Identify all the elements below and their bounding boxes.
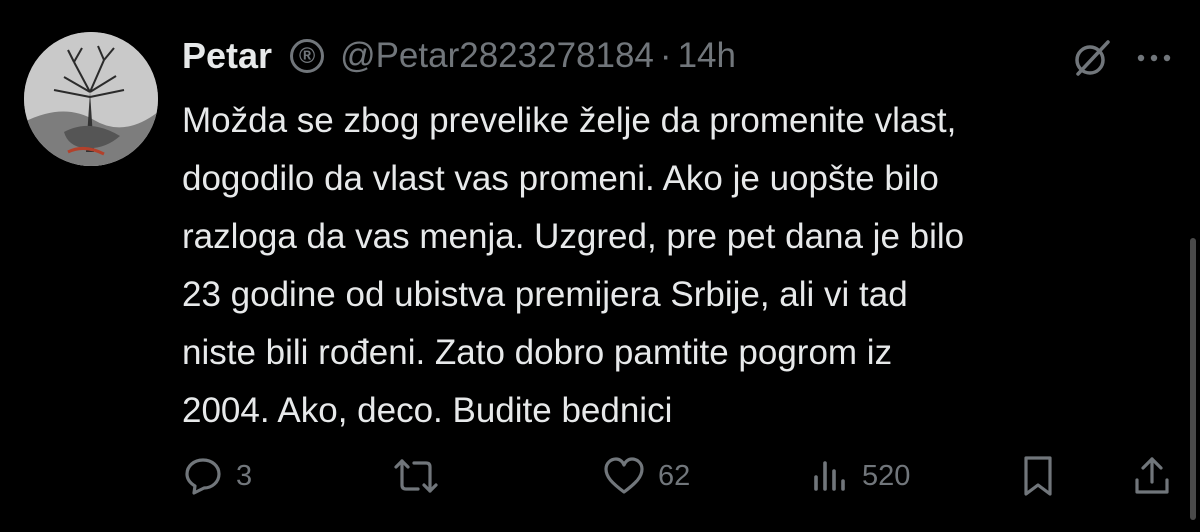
like-button[interactable]: 62 <box>602 452 690 500</box>
bookmark-icon <box>1018 454 1058 498</box>
avatar-image <box>24 32 158 166</box>
tweet-text-line: 23 godine od ubistva premijera Srbije, a… <box>182 275 908 314</box>
avatar[interactable] <box>24 32 158 166</box>
retweet-button[interactable] <box>390 452 454 500</box>
author-handle[interactable]: @Petar2823278184 <box>340 36 654 76</box>
tweet-text-line: dogodilo da vlast vas promeni. Ako je uo… <box>182 159 939 198</box>
tweet-actions: 3 62 520 <box>182 452 1172 500</box>
like-count: 62 <box>658 459 691 492</box>
tweet-text: Možda se zbog prevelike želje da promeni… <box>182 92 1182 440</box>
tweet-text-line: niste bili rođeni. Zato dobro pamtite po… <box>182 333 893 372</box>
tweet-text-line: Možda se zbog prevelike želje da promeni… <box>182 101 957 140</box>
reply-icon <box>182 455 224 497</box>
author-name[interactable]: Petar <box>182 35 272 77</box>
reply-count: 3 <box>236 459 253 492</box>
header-actions <box>1070 36 1172 80</box>
reply-button[interactable]: 3 <box>182 452 252 500</box>
tweet-header: Petar ® @Petar2823278184 · 14h <box>182 32 736 80</box>
tweet[interactable]: Petar ® @Petar2823278184 · 14h Možda se … <box>0 0 1200 532</box>
tweet-text-line: 2004. Ako, deco. Budite bednici <box>182 391 673 430</box>
views-count: 520 <box>862 459 911 492</box>
views-button[interactable]: 520 <box>810 452 910 500</box>
tweet-time[interactable]: 14h <box>678 36 736 76</box>
bookmark-button[interactable] <box>1018 452 1058 500</box>
more-icon[interactable] <box>1136 52 1172 64</box>
views-icon <box>810 455 850 497</box>
separator-dot: · <box>659 36 672 75</box>
share-icon <box>1132 454 1172 498</box>
grok-icon[interactable] <box>1070 36 1114 80</box>
registered-badge-icon: ® <box>290 39 325 73</box>
like-icon <box>602 455 646 497</box>
tweet-text-line: razloga da vas menja. Uzgred, pre pet da… <box>182 217 965 256</box>
scrollbar[interactable] <box>1190 238 1196 520</box>
share-button[interactable] <box>1132 452 1172 500</box>
retweet-icon <box>390 455 442 497</box>
